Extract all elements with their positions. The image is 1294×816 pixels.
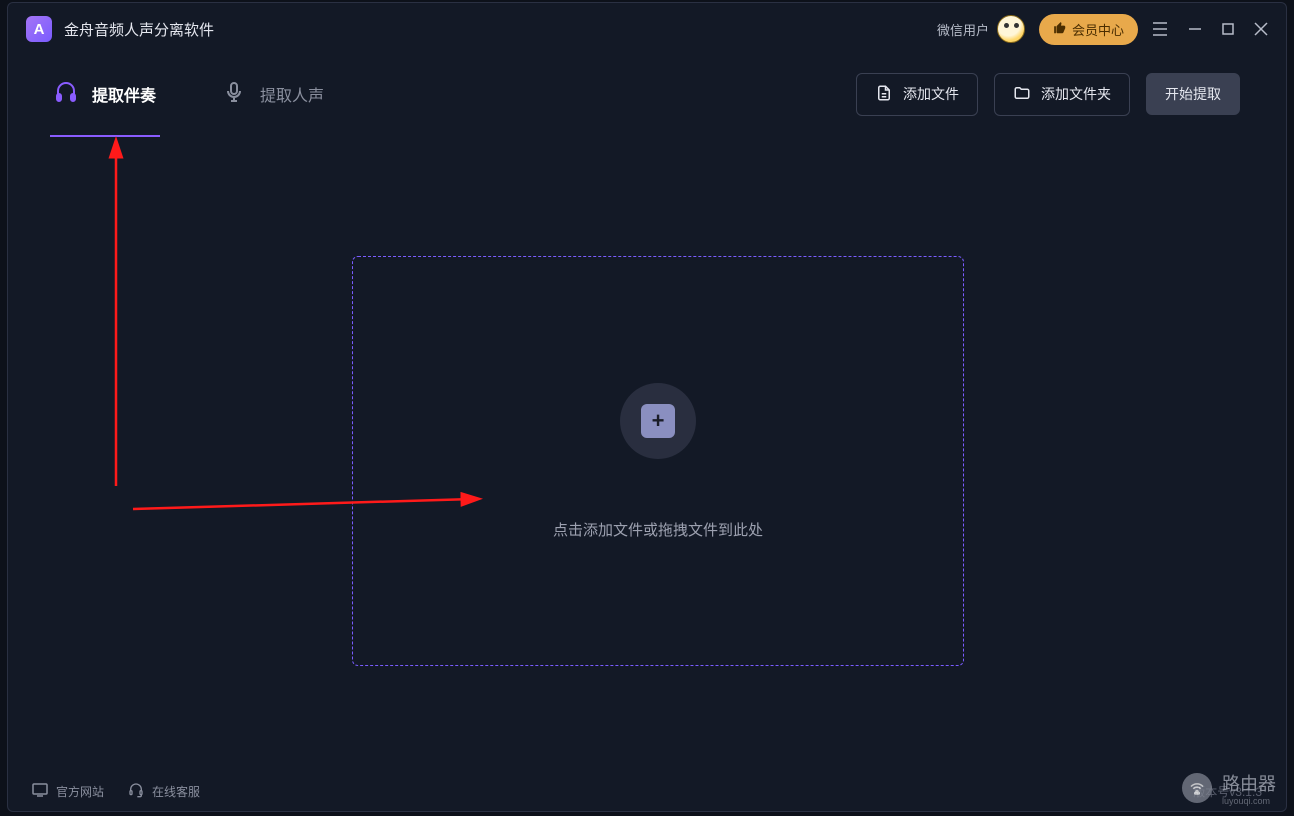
- toolbar: 提取伴奏 提取人声 添加文件 添加文件夹 开始提取: [8, 55, 1286, 133]
- headphones-icon: [54, 80, 78, 109]
- app-logo-icon: A: [26, 16, 52, 42]
- close-icon[interactable]: [1254, 22, 1268, 36]
- app-window: A 金舟音频人声分离软件 微信用户 会员中心: [7, 2, 1287, 812]
- folder-icon: [1013, 84, 1031, 105]
- plus-circle: +: [620, 383, 696, 459]
- monitor-icon: [32, 783, 48, 800]
- watermark-text: 路由器: [1222, 770, 1276, 796]
- file-icon: [875, 84, 893, 105]
- watermark-sub: luyouqi.com: [1222, 796, 1276, 806]
- thumbs-up-icon: [1053, 21, 1067, 38]
- app-title: 金舟音频人声分离软件: [64, 19, 214, 40]
- headset-icon: [128, 782, 144, 801]
- footer: 官方网站 在线客服 版本号v3.1.3: [8, 771, 1286, 811]
- maximize-icon[interactable]: [1222, 23, 1234, 35]
- add-folder-button[interactable]: 添加文件夹: [994, 73, 1130, 116]
- official-site-link[interactable]: 官方网站: [32, 783, 104, 800]
- watermark: 路由器 luyouqi.com: [1182, 770, 1276, 806]
- router-icon: [1182, 773, 1212, 803]
- plus-icon: +: [641, 404, 675, 438]
- titlebar: A 金舟音频人声分离软件 微信用户 会员中心: [8, 3, 1286, 55]
- minimize-icon[interactable]: [1188, 22, 1202, 36]
- annotation-arrow-1: [100, 136, 140, 496]
- user-label: 微信用户: [937, 20, 989, 39]
- add-file-button[interactable]: 添加文件: [856, 73, 978, 116]
- tab-extract-vocals[interactable]: 提取人声: [222, 66, 324, 123]
- menu-icon[interactable]: [1152, 22, 1168, 36]
- tab-extract-accompaniment[interactable]: 提取伴奏: [54, 66, 156, 123]
- avatar[interactable]: [997, 15, 1025, 43]
- tab-label: 提取人声: [260, 82, 324, 106]
- microphone-icon: [222, 80, 246, 109]
- dropzone[interactable]: + 点击添加文件或拖拽文件到此处: [352, 256, 964, 666]
- window-controls: [1152, 22, 1268, 36]
- content-area: + 点击添加文件或拖拽文件到此处: [8, 133, 1286, 771]
- vip-center-button[interactable]: 会员中心: [1039, 14, 1138, 45]
- tab-label: 提取伴奏: [92, 82, 156, 106]
- start-extract-button[interactable]: 开始提取: [1146, 73, 1240, 115]
- online-service-link[interactable]: 在线客服: [128, 782, 200, 801]
- dropzone-text: 点击添加文件或拖拽文件到此处: [553, 519, 763, 540]
